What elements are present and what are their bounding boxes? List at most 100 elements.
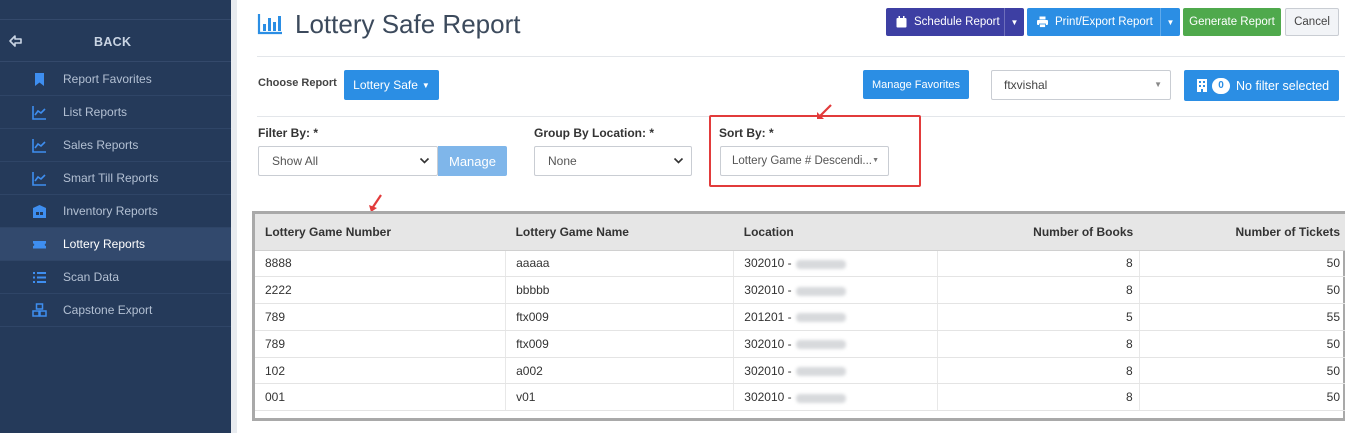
location-code: 302010 - xyxy=(744,283,792,298)
column-header-game-number[interactable]: Lottery Game Number xyxy=(255,214,506,251)
sidebar-item-label: List Reports xyxy=(63,105,128,119)
sidebar-item-smart-till-reports[interactable]: Smart Till Reports xyxy=(0,162,231,195)
location-filter-button[interactable]: 0 No filter selected xyxy=(1184,70,1339,101)
chevron-down-icon xyxy=(419,157,430,164)
boxes-icon xyxy=(32,303,47,317)
filter-by-value: Show All xyxy=(272,154,319,168)
manage-filter-button[interactable]: Manage xyxy=(438,146,507,176)
filter-by-label: Filter By: * xyxy=(258,126,319,140)
column-header-game-name[interactable]: Lottery Game Name xyxy=(505,214,734,251)
cell-tickets: 55 xyxy=(1139,303,1345,331)
caret-down-icon[interactable]: ▼ xyxy=(1160,8,1180,36)
sidebar-item-label: Scan Data xyxy=(63,270,120,284)
sidebar-item-scan-data[interactable]: Scan Data xyxy=(0,261,231,294)
column-header-tickets[interactable]: Number of Tickets xyxy=(1139,214,1345,251)
location-code: 302010 - xyxy=(744,363,792,378)
location-code: 302010 - xyxy=(744,336,792,351)
group-by-location-select[interactable]: None xyxy=(534,146,692,176)
back-button[interactable]: BACK xyxy=(0,22,231,62)
sidebar-item-label: Report Favorites xyxy=(63,72,152,86)
cell-location: 302010 - xyxy=(733,276,938,305)
redacted-text xyxy=(795,259,846,269)
sort-by-value: Lottery Game # Descendi... xyxy=(732,155,872,167)
sidebar-item-label: Inventory Reports xyxy=(63,204,158,218)
header-divider xyxy=(257,56,1345,57)
cell-tickets: 50 xyxy=(1139,383,1345,412)
choose-report-dropdown[interactable]: Lottery Safe ▼ xyxy=(344,70,439,100)
cell-location: 302010 - xyxy=(733,250,938,278)
cell-books: 8 xyxy=(937,383,1140,412)
report-table-container: Lottery Game Number Lottery Game Name Lo… xyxy=(252,211,1345,421)
generate-report-button[interactable]: Generate Report xyxy=(1183,8,1281,36)
arrow-left-icon xyxy=(9,35,22,47)
cell-tickets: 50 xyxy=(1139,330,1345,358)
cancel-button[interactable]: Cancel xyxy=(1285,8,1339,36)
choose-report-label: Choose Report xyxy=(258,77,337,89)
cell-books: 8 xyxy=(937,250,1140,278)
ticket-icon xyxy=(33,241,46,249)
cell-game-number: 001 xyxy=(255,383,507,412)
list-icon xyxy=(33,272,46,283)
sidebar-item-lottery-reports[interactable]: Lottery Reports xyxy=(0,228,231,261)
sidebar-item-label: Lottery Reports xyxy=(63,237,146,251)
choose-report-value: Lottery Safe xyxy=(353,78,418,92)
sidebar-item-capstone-export[interactable]: Capstone Export xyxy=(0,294,231,327)
filter-count-badge: 0 xyxy=(1212,77,1230,94)
cell-game-name: a002 xyxy=(505,357,735,385)
user-select[interactable]: ftxvishal ▼ xyxy=(991,70,1171,100)
sidebar-item-inventory-reports[interactable]: Inventory Reports xyxy=(0,195,231,228)
print-export-button[interactable]: Print/Export Report ▼ xyxy=(1027,8,1180,36)
cell-books: 8 xyxy=(937,330,1140,358)
redacted-text xyxy=(795,313,846,323)
cell-books: 5 xyxy=(937,303,1140,331)
table-row: 789 ftx009 302010 - 8 50 xyxy=(255,330,1345,358)
section-divider xyxy=(257,116,1345,117)
cell-game-number: 789 xyxy=(255,330,507,358)
table-row: 102 a002 302010 - 8 50 xyxy=(255,357,1345,385)
sort-by-label: Sort By: * xyxy=(719,126,774,140)
cell-location: 302010 - xyxy=(733,330,938,358)
arrow-down-left-icon xyxy=(817,104,832,119)
cell-game-name: aaaaa xyxy=(505,250,735,278)
caret-down-icon: ▼ xyxy=(1154,80,1162,89)
chevron-down-icon xyxy=(673,157,684,164)
column-header-location[interactable]: Location xyxy=(733,214,938,251)
manage-favorites-button[interactable]: Manage Favorites xyxy=(863,70,969,99)
cell-game-name: v01 xyxy=(505,383,735,412)
cell-game-number: 2222 xyxy=(255,276,507,305)
caret-down-icon: ▼ xyxy=(421,80,430,90)
main-content: Lottery Safe Report Schedule Report ▼ Pr… xyxy=(231,0,1345,433)
caret-down-icon[interactable]: ▼ xyxy=(1004,8,1024,36)
sidebar-item-sales-reports[interactable]: Sales Reports xyxy=(0,129,231,162)
table-row: 8888 aaaaa 302010 - 8 50 xyxy=(255,250,1345,278)
sort-by-select[interactable]: Lottery Game # Descendi... ▼ xyxy=(720,146,889,176)
line-chart-icon xyxy=(32,172,46,186)
bookmark-icon xyxy=(35,73,44,86)
cell-tickets: 50 xyxy=(1139,250,1345,278)
location-code: 201201 - xyxy=(744,309,792,324)
schedule-report-button[interactable]: Schedule Report ▼ xyxy=(886,8,1024,36)
filter-by-select[interactable]: Show All xyxy=(258,146,438,176)
location-code: 302010 - xyxy=(744,390,792,405)
cell-books: 8 xyxy=(937,276,1140,305)
line-chart-icon xyxy=(32,106,46,120)
location-code: 302010 - xyxy=(744,256,792,271)
print-export-label: Print/Export Report xyxy=(1055,16,1153,28)
sidebar-item-report-favorites[interactable]: Report Favorites xyxy=(0,63,231,96)
report-table: Lottery Game Number Lottery Game Name Lo… xyxy=(255,214,1345,412)
cell-tickets: 50 xyxy=(1139,357,1345,385)
redacted-text xyxy=(795,393,846,403)
sidebar-item-label: Smart Till Reports xyxy=(63,171,159,185)
table-row: 2222 bbbbb 302010 - 8 50 xyxy=(255,276,1345,305)
column-header-books[interactable]: Number of Books xyxy=(937,214,1140,251)
cell-game-number: 102 xyxy=(255,357,507,385)
cell-game-name: ftx009 xyxy=(505,330,735,358)
cell-game-number: 789 xyxy=(255,303,507,331)
cell-location: 201201 - xyxy=(733,303,938,331)
sidebar-item-list-reports[interactable]: List Reports xyxy=(0,96,231,129)
cell-game-number: 8888 xyxy=(255,250,507,278)
calendar-icon xyxy=(896,16,907,28)
group-by-location-value: None xyxy=(548,154,577,168)
caret-down-icon: ▼ xyxy=(872,157,879,164)
cell-location: 302010 - xyxy=(733,383,938,412)
